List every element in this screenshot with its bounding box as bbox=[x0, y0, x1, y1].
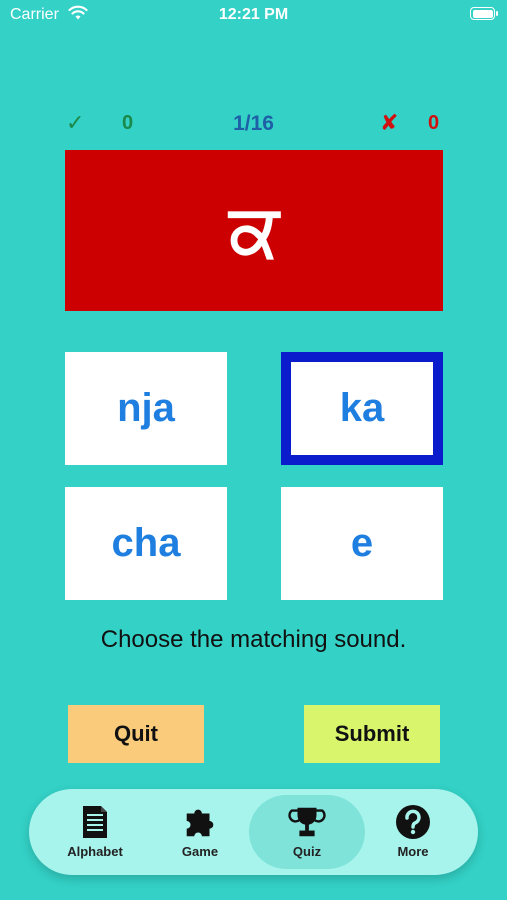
puzzle-icon bbox=[181, 803, 219, 841]
tab-label: Quiz bbox=[292, 844, 322, 859]
tab-bar: Alphabet Game Quiz More bbox=[29, 789, 478, 875]
tab-game[interactable]: Game bbox=[142, 795, 258, 869]
tab-label: Game bbox=[181, 844, 219, 859]
document-icon bbox=[76, 803, 114, 841]
option-button-4[interactable]: e bbox=[281, 487, 443, 600]
tab-label: Alphabet bbox=[67, 844, 123, 859]
clock: 12:21 PM bbox=[218, 6, 289, 23]
tab-quiz[interactable]: Quiz bbox=[249, 795, 365, 869]
option-button-2-selected[interactable]: ka bbox=[281, 352, 443, 465]
help-icon bbox=[394, 803, 432, 841]
cross-icon: ✘ bbox=[380, 110, 399, 135]
submit-button[interactable]: Submit bbox=[304, 705, 440, 763]
score-row: ✓ 0 1/16 ✘ 0 bbox=[0, 110, 507, 140]
letter-card: ਕ bbox=[65, 150, 443, 311]
tab-label: More bbox=[397, 844, 429, 859]
quit-button[interactable]: Quit bbox=[68, 705, 204, 763]
battery-icon bbox=[470, 7, 498, 20]
status-bar: Carrier 12:21 PM bbox=[0, 0, 507, 32]
option-button-1[interactable]: nja bbox=[65, 352, 227, 465]
trophy-icon bbox=[288, 803, 326, 841]
instruction-text: Choose the matching sound. bbox=[100, 626, 407, 653]
tab-more[interactable]: More bbox=[355, 795, 471, 869]
wrong-count: 0 bbox=[428, 112, 440, 134]
option-button-3[interactable]: cha bbox=[65, 487, 227, 600]
tab-alphabet[interactable]: Alphabet bbox=[37, 795, 153, 869]
